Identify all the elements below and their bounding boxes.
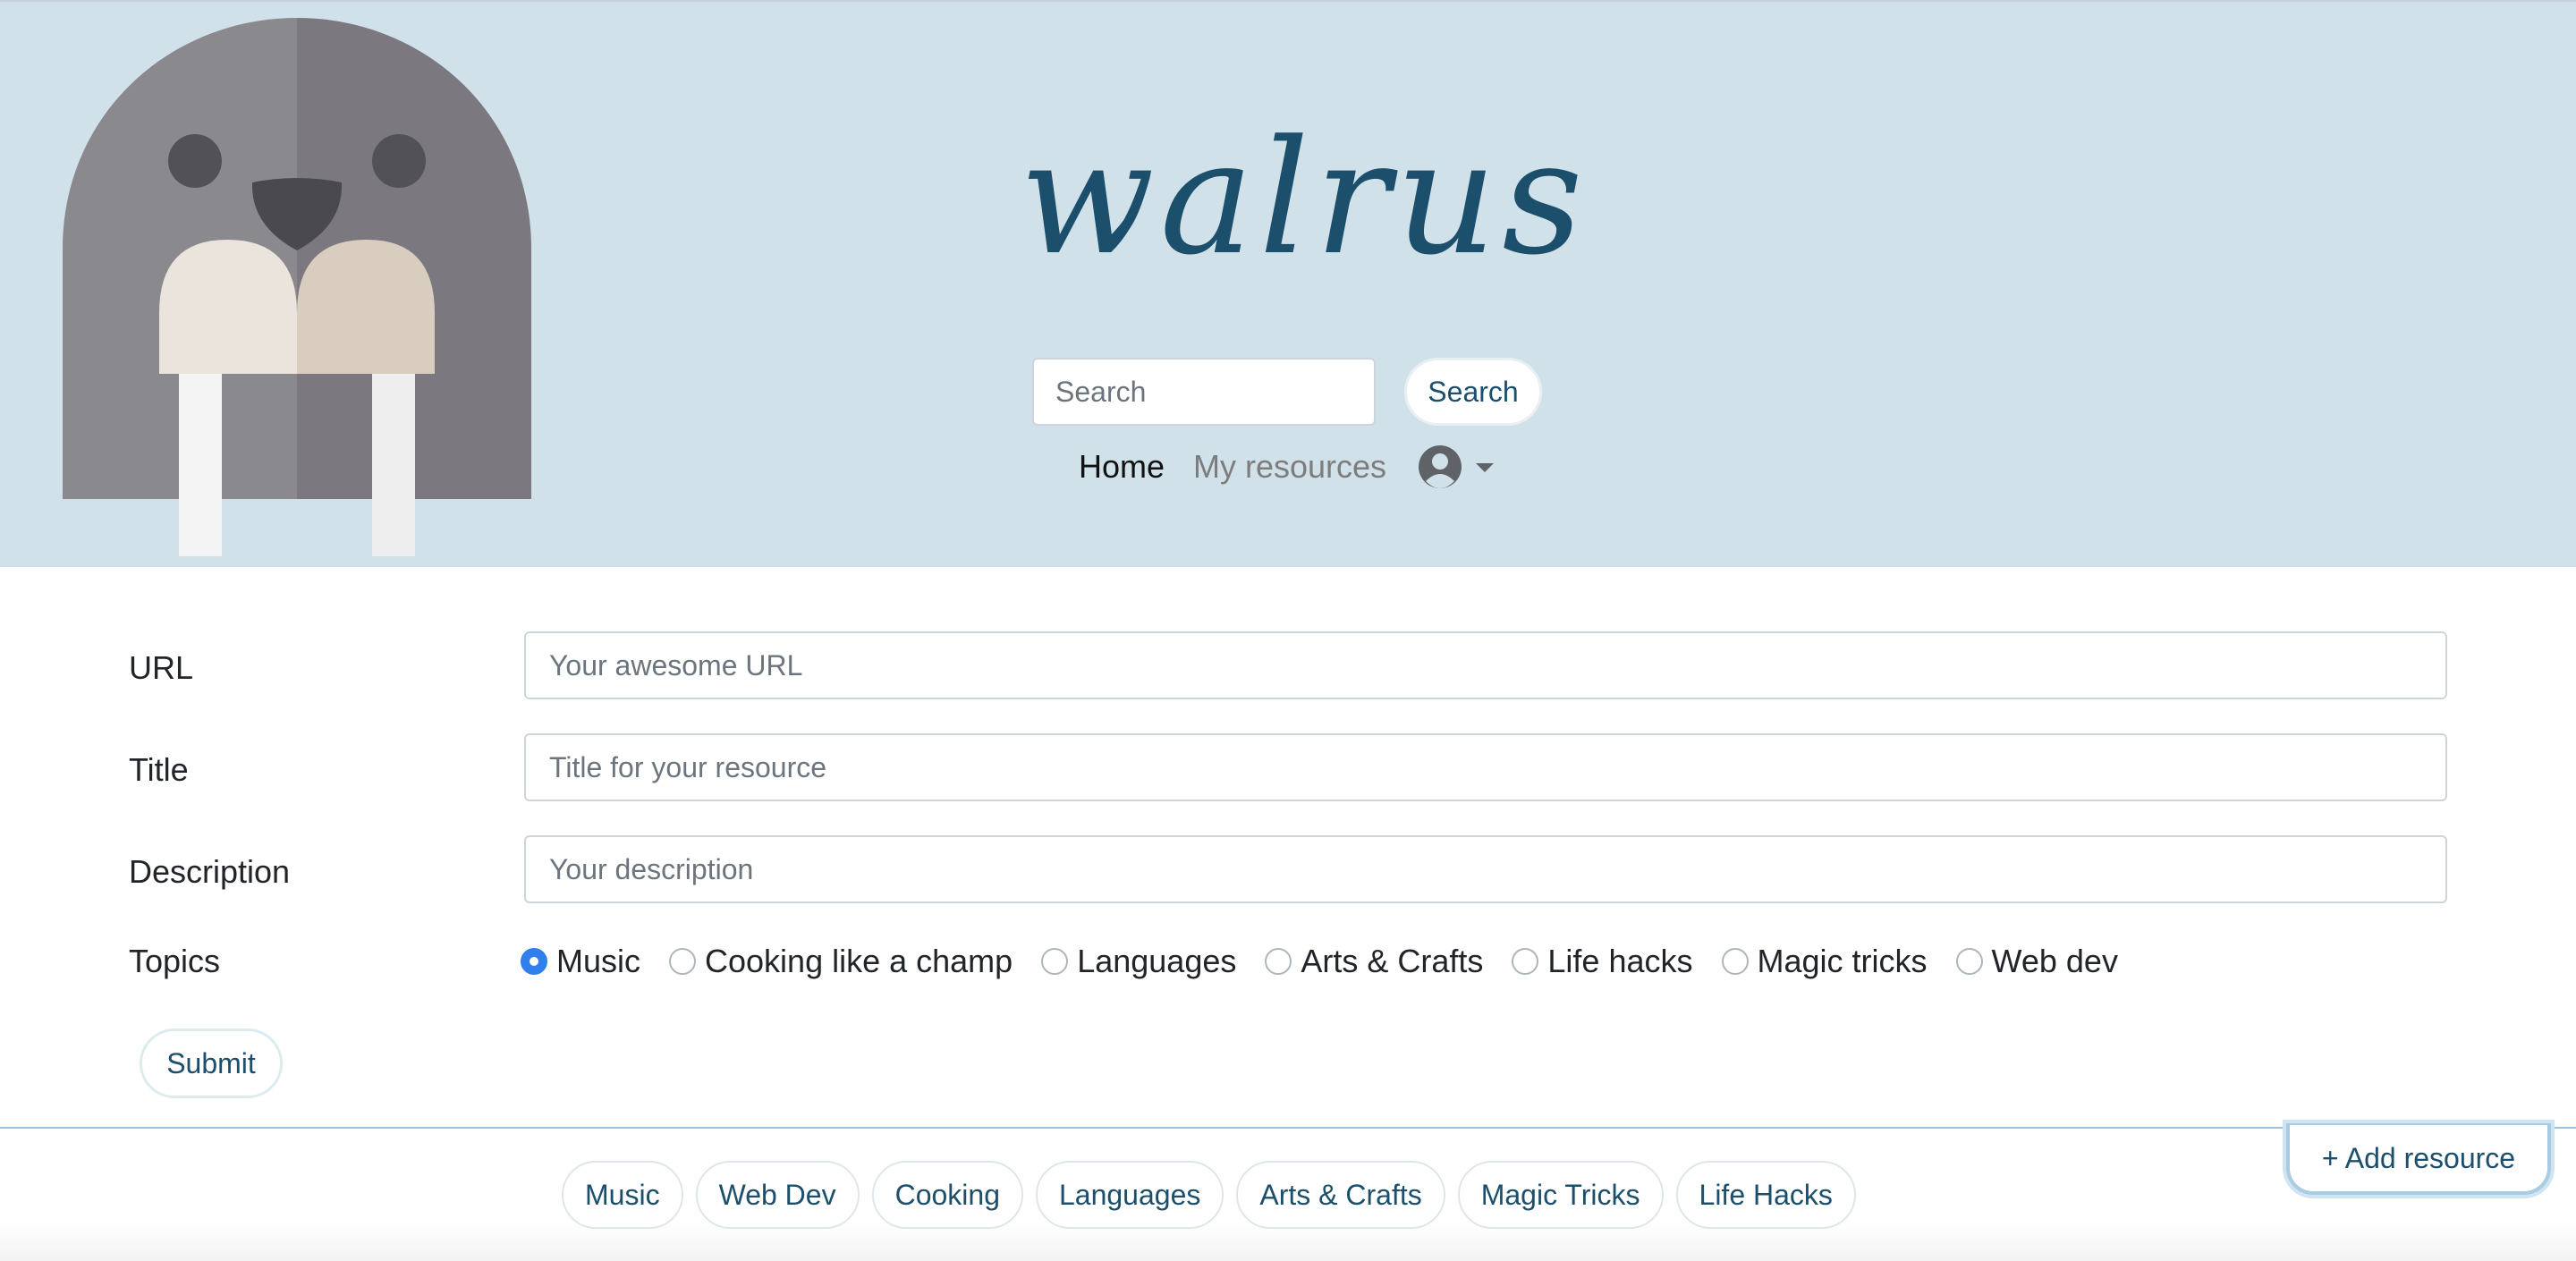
- filter-chip-life-hacks[interactable]: Life Hacks: [1675, 1161, 1856, 1229]
- filter-chip-languages[interactable]: Languages: [1035, 1161, 1224, 1229]
- nav-my-resources-link[interactable]: My resources: [1193, 445, 1386, 488]
- url-label: URL: [129, 649, 194, 686]
- topic-option-web-dev[interactable]: Web dev: [1955, 943, 2118, 980]
- radio-button[interactable]: [1512, 948, 1539, 975]
- filter-chip-web-dev[interactable]: Web Dev: [695, 1161, 860, 1229]
- radio-button[interactable]: [669, 948, 697, 975]
- filter-chip-magic-tricks[interactable]: Magic Tricks: [1457, 1161, 1664, 1229]
- description-input[interactable]: [524, 835, 2447, 903]
- submit-button[interactable]: Submit: [140, 1028, 283, 1098]
- add-resource-button[interactable]: + Add resource: [2286, 1123, 2551, 1195]
- caret-down-icon: [1476, 463, 1494, 472]
- radio-button[interactable]: [1041, 948, 1069, 975]
- topic-option-magic-tricks[interactable]: Magic tricks: [1721, 943, 1928, 980]
- radio-button-selected[interactable]: [521, 948, 547, 975]
- header: walrus Search Home My resources: [0, 0, 2576, 567]
- user-menu-dropdown[interactable]: [1417, 442, 1499, 492]
- title-label: Title: [129, 751, 189, 788]
- topics-radio-group: Music Cooking like a champ Languages Art…: [521, 939, 2147, 984]
- user-avatar-icon: [1419, 445, 1462, 488]
- filter-chip-music[interactable]: Music: [562, 1161, 683, 1229]
- topic-option-arts-crafts[interactable]: Arts & Crafts: [1265, 943, 1483, 980]
- filter-chip-cooking[interactable]: Cooking: [871, 1161, 1023, 1229]
- topics-label: Topics: [129, 943, 221, 979]
- brand-title: walrus: [1020, 106, 1589, 290]
- nav-home-link[interactable]: Home: [1079, 445, 1165, 488]
- filter-chip-arts-crafts[interactable]: Arts & Crafts: [1236, 1161, 1445, 1229]
- title-input[interactable]: [524, 733, 2447, 801]
- topic-option-life-hacks[interactable]: Life hacks: [1512, 943, 1693, 980]
- radio-button[interactable]: [1721, 948, 1749, 975]
- radio-button[interactable]: [1265, 948, 1292, 975]
- walrus-logo: [63, 18, 531, 556]
- topic-option-cooking[interactable]: Cooking like a champ: [669, 943, 1013, 980]
- description-label: Description: [129, 853, 291, 890]
- topic-filter-chips: Music Web Dev Cooking Languages Arts & C…: [562, 1161, 1868, 1229]
- topic-option-music[interactable]: Music: [521, 943, 640, 980]
- url-input[interactable]: [524, 631, 2447, 699]
- search-button[interactable]: Search: [1404, 358, 1542, 426]
- radio-button[interactable]: [1955, 948, 1983, 975]
- topic-option-languages[interactable]: Languages: [1041, 943, 1236, 980]
- search-input[interactable]: [1032, 358, 1376, 426]
